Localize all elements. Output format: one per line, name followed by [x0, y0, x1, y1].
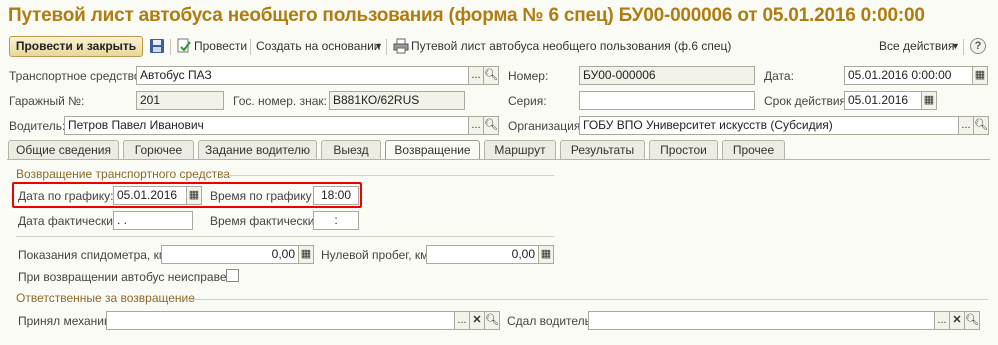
- date-label: Дата:: [764, 69, 794, 83]
- print-form-button[interactable]: Путевой лист автобуса необщего пользован…: [411, 39, 731, 53]
- mechanic-label: Принял механик:: [18, 314, 113, 328]
- toolbar-separator: [250, 39, 251, 55]
- date-field[interactable]: 05.01.2016 0:00:00: [844, 66, 973, 85]
- ellipsis-button[interactable]: ...: [468, 116, 484, 135]
- tab-driver-task[interactable]: Задание водителю: [198, 140, 317, 159]
- tab-return[interactable]: Возвращение: [385, 140, 480, 160]
- speedometer-field[interactable]: 0,00: [161, 245, 299, 264]
- search-icon[interactable]: 🔍︎: [483, 66, 499, 85]
- driver-field[interactable]: Петров Павел Иванович: [64, 116, 469, 135]
- vehicle-label: Транспортное средство:: [9, 69, 144, 83]
- garage-number-field[interactable]: 201: [136, 91, 224, 110]
- actual-time-label: Время фактически:: [210, 214, 318, 228]
- post-button[interactable]: Провести: [194, 39, 247, 53]
- ellipsis-button[interactable]: ...: [958, 116, 974, 135]
- create-based-on-button[interactable]: Создать на основании: [256, 39, 381, 53]
- tab-downtime[interactable]: Простои: [649, 140, 718, 159]
- responsible-section-title: Ответственные за возвращение: [16, 291, 195, 305]
- driver-label: Водитель:: [9, 119, 66, 133]
- return-section-title: Возвращение транспортного средства: [16, 167, 230, 181]
- section-divider: [16, 236, 554, 237]
- tab-fuel[interactable]: Горючее: [123, 140, 194, 159]
- all-actions-button[interactable]: Все действия: [879, 39, 954, 53]
- tab-other[interactable]: Прочее: [722, 140, 785, 159]
- save-icon[interactable]: [149, 38, 165, 54]
- toolbar-separator: [170, 39, 171, 55]
- printer-icon: [393, 38, 409, 54]
- clear-icon[interactable]: ✕: [469, 311, 485, 330]
- garage-number-label: Гаражный №:: [9, 94, 85, 108]
- tab-route[interactable]: Маршрут: [484, 140, 556, 159]
- faulty-label: При возвращении автобус неисправен:: [18, 270, 237, 284]
- chevron-down-icon[interactable]: ▼: [951, 41, 960, 51]
- number-field[interactable]: БУ00-000006: [579, 66, 755, 85]
- zero-run-field[interactable]: 0,00: [426, 245, 539, 264]
- gos-number-field[interactable]: В881КО/62RUS: [329, 91, 465, 110]
- tab-divider: [7, 159, 990, 160]
- speedometer-label: Показания спидометра, км:: [18, 248, 171, 262]
- section-divider: [220, 175, 554, 176]
- scheduled-date-label: Дата по графику:: [18, 189, 114, 203]
- number-label: Номер:: [508, 69, 549, 83]
- clear-icon[interactable]: ✕: [949, 311, 965, 330]
- gos-number-label: Гос. номер. знак:: [233, 94, 327, 108]
- help-icon[interactable]: ?: [970, 38, 986, 54]
- validity-field[interactable]: 05.01.2016: [844, 91, 922, 110]
- series-label: Серия:: [508, 94, 547, 108]
- ellipsis-button[interactable]: ...: [468, 66, 484, 85]
- vehicle-field[interactable]: Автобус ПАЗ: [136, 66, 469, 85]
- scheduled-time-label: Время по графику :: [210, 189, 319, 203]
- section-divider: [188, 299, 988, 300]
- faulty-checkbox[interactable]: [226, 269, 239, 282]
- search-icon[interactable]: 🔍︎: [964, 311, 980, 330]
- calculator-icon[interactable]: ▦: [538, 245, 554, 264]
- ellipsis-button[interactable]: ...: [454, 311, 470, 330]
- toolbar-separator: [386, 39, 387, 55]
- zero-run-label: Нулевой пробег, км:: [321, 248, 432, 262]
- validity-label: Срок действия:: [764, 94, 850, 108]
- scheduled-date-field[interactable]: 05.01.2016: [113, 186, 187, 205]
- post-and-close-button[interactable]: Провести и закрыть: [9, 36, 143, 57]
- tab-results[interactable]: Результаты: [560, 140, 645, 159]
- series-field[interactable]: [579, 91, 755, 110]
- mechanic-field[interactable]: [106, 311, 455, 330]
- calendar-icon[interactable]: ▦: [921, 91, 937, 110]
- tab-departure[interactable]: Выезд: [321, 140, 381, 159]
- organization-label: Организация:: [508, 119, 584, 133]
- calendar-icon[interactable]: ▦: [972, 66, 988, 85]
- search-icon[interactable]: 🔍︎: [973, 116, 989, 135]
- actual-date-label: Дата фактически:: [18, 214, 117, 228]
- handed-driver-label: Сдал водитель:: [507, 314, 595, 328]
- calendar-icon[interactable]: ▦: [186, 186, 202, 205]
- chevron-down-icon[interactable]: ▼: [374, 41, 383, 51]
- search-icon[interactable]: 🔍︎: [484, 311, 500, 330]
- calculator-icon[interactable]: ▦: [298, 245, 314, 264]
- actual-date-field[interactable]: . .: [113, 211, 193, 230]
- scheduled-time-field[interactable]: 18:00: [313, 186, 359, 205]
- actual-time-field[interactable]: :: [313, 211, 359, 230]
- handed-driver-field[interactable]: [588, 311, 935, 330]
- organization-field[interactable]: ГОБУ ВПО Университет искусств (Субсидия): [579, 116, 959, 135]
- post-icon: [176, 38, 192, 54]
- tab-general[interactable]: Общие сведения: [8, 140, 119, 159]
- page-title: Путевой лист автобуса необщего пользован…: [8, 5, 925, 26]
- ellipsis-button[interactable]: ...: [934, 311, 950, 330]
- search-icon[interactable]: 🔍︎: [483, 116, 499, 135]
- toolbar-separator: [963, 39, 964, 55]
